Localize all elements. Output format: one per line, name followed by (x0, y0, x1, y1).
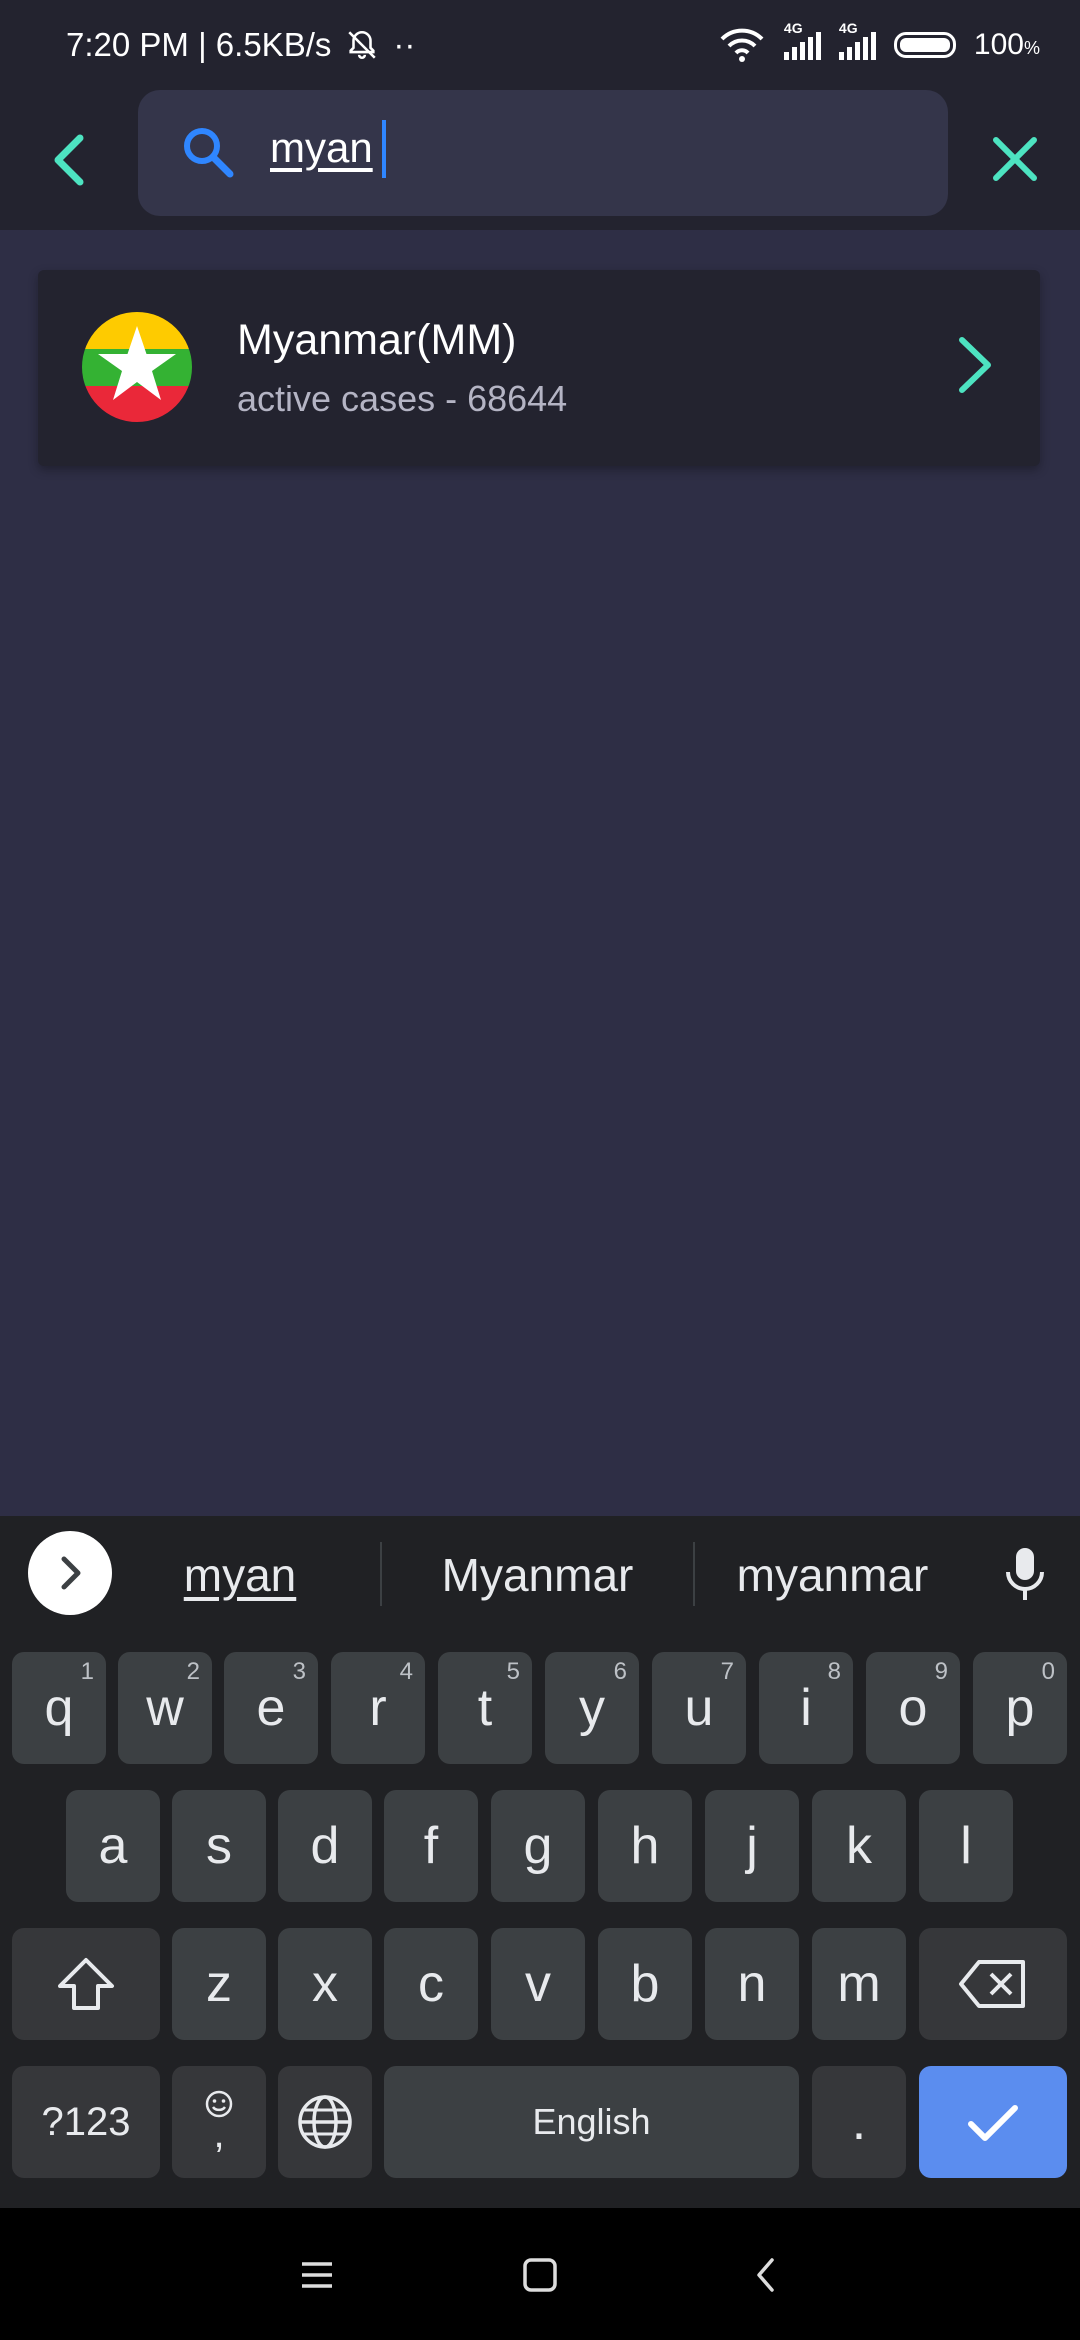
key-y[interactable]: y6 (545, 1652, 639, 1764)
key-u[interactable]: u7 (652, 1652, 746, 1764)
home-icon[interactable] (515, 2250, 565, 2300)
status-time-speed: 7:20 PM | 6.5KB/s (66, 26, 332, 63)
suggestion-item[interactable]: myanmar (720, 1548, 945, 1602)
system-navigation-bar (0, 2208, 1080, 2340)
key-o[interactable]: o9 (866, 1652, 960, 1764)
key-q[interactable]: q1 (12, 1652, 106, 1764)
country-result-item[interactable]: Myanmar(MM) active cases - 68644 (38, 270, 1040, 466)
language-key[interactable] (278, 2066, 372, 2178)
battery-level: 100% (973, 28, 1040, 61)
text-cursor (382, 120, 386, 178)
shift-key[interactable] (12, 1928, 160, 2040)
myanmar-flag-icon (82, 312, 192, 422)
checkmark-icon (968, 2105, 1018, 2141)
search-field[interactable]: myan (138, 90, 948, 216)
key-m[interactable]: m (812, 1928, 906, 2040)
symbols-key[interactable]: ?123 (12, 2066, 160, 2178)
key-b[interactable]: b (598, 1928, 692, 2040)
key-w[interactable]: w2 (118, 1652, 212, 1764)
key-g[interactable]: g (491, 1790, 585, 1902)
key-x[interactable]: x (278, 1928, 372, 2040)
backspace-icon (959, 1960, 1025, 2008)
keyboard-menu-button[interactable] (28, 1531, 112, 1615)
chevron-right-icon (61, 1556, 81, 1590)
close-icon[interactable] (980, 124, 1050, 194)
bell-off-icon (348, 30, 377, 59)
microphone-icon[interactable] (1000, 1544, 1050, 1604)
chevron-right-icon (959, 337, 991, 393)
period-key[interactable]: . (812, 2066, 906, 2178)
status-bar: 7:20 PM | 6.5KB/s ·· 4G 4G 100% (0, 0, 1080, 90)
divider (380, 1542, 382, 1606)
key-c[interactable]: c (384, 1928, 478, 2040)
active-cases: active cases - 68644 (237, 378, 568, 419)
soft-keyboard: myan Myanmar myanmar q1 w2 e3 r4 t5 y6 u… (0, 1516, 1080, 2208)
country-name: Myanmar(MM) (237, 316, 517, 364)
wifi-icon (720, 28, 764, 62)
search-icon (184, 128, 234, 178)
shift-icon (58, 1958, 114, 2010)
emoji-comma-key[interactable]: , (172, 2066, 266, 2178)
signal-icon: 4G (783, 20, 821, 60)
key-z[interactable]: z (172, 1928, 266, 2040)
key-p[interactable]: p0 (973, 1652, 1067, 1764)
key-l[interactable]: l (919, 1790, 1013, 1902)
key-s[interactable]: s (172, 1790, 266, 1902)
back-icon[interactable] (742, 2250, 792, 2300)
suggestion-strip: myan Myanmar myanmar (0, 1516, 1080, 1634)
signal-icon: 4G (838, 20, 876, 60)
search-app-bar: myan (0, 90, 1080, 230)
key-i[interactable]: i8 (759, 1652, 853, 1764)
menu-icon[interactable] (292, 2250, 342, 2300)
key-n[interactable]: n (705, 1928, 799, 2040)
suggestion-item[interactable]: Myanmar (420, 1548, 655, 1602)
key-v[interactable]: v (491, 1928, 585, 2040)
key-r[interactable]: r4 (331, 1652, 425, 1764)
battery-icon (893, 32, 956, 58)
divider (693, 1542, 695, 1606)
back-arrow-icon[interactable] (36, 124, 108, 196)
key-k[interactable]: k (812, 1790, 906, 1902)
key-e[interactable]: e3 (224, 1652, 318, 1764)
space-key[interactable]: English (384, 2066, 799, 2178)
key-h[interactable]: h (598, 1790, 692, 1902)
suggestion-item[interactable]: myan (175, 1548, 305, 1602)
backspace-key[interactable] (919, 1928, 1067, 2040)
key-a[interactable]: a (66, 1790, 160, 1902)
search-input[interactable]: myan (270, 124, 373, 172)
key-t[interactable]: t5 (438, 1652, 532, 1764)
key-d[interactable]: d (278, 1790, 372, 1902)
key-f[interactable]: f (384, 1790, 478, 1902)
status-more-dots: ·· (393, 26, 416, 63)
key-j[interactable]: j (705, 1790, 799, 1902)
enter-key[interactable] (919, 2066, 1067, 2178)
globe-icon (298, 2095, 352, 2149)
